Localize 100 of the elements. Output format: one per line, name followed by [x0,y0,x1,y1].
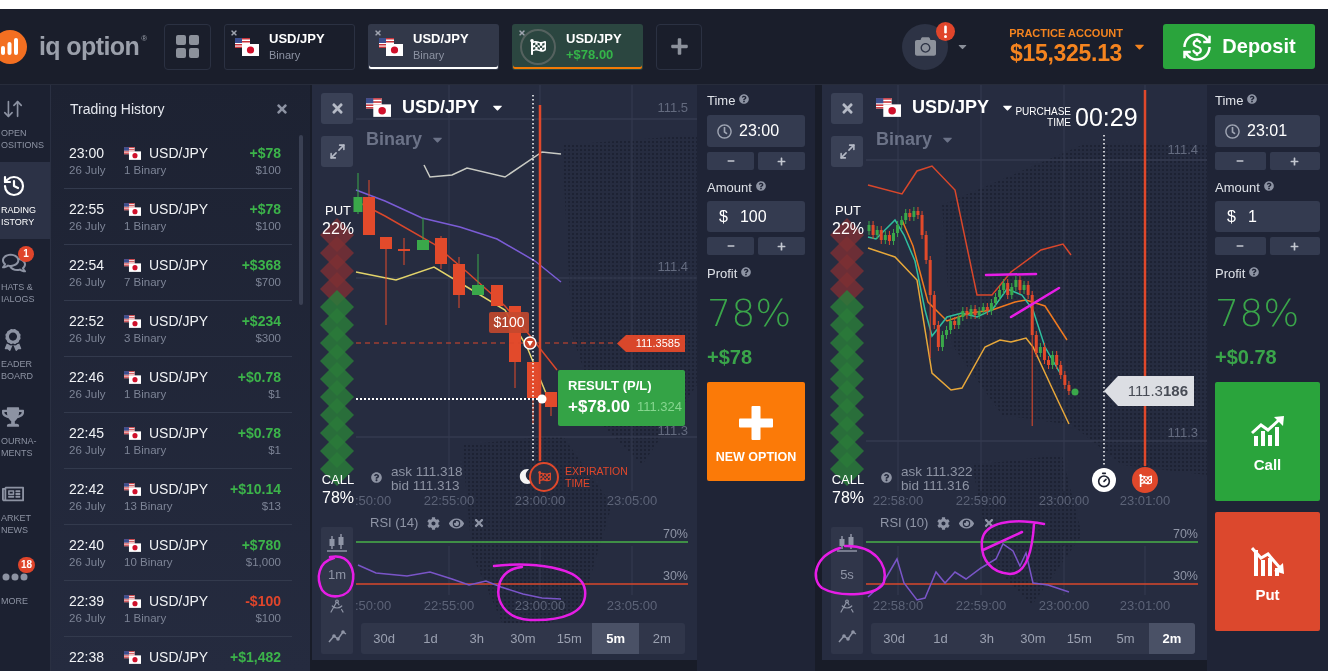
help-icon[interactable] [739,94,750,104]
interval-setting[interactable]: 1m [327,567,347,583]
help-icon[interactable] [741,267,752,277]
asset-tab[interactable]: USD/JPY Binary [368,23,499,70]
timeframe-tab[interactable]: 30d [871,623,918,654]
option-type-selector[interactable]: Binary [876,128,1016,150]
sidebar-item[interactable]: ARKET NEWS [0,470,50,547]
close-icon[interactable] [374,28,382,37]
asset-tab[interactable]: USD/JPY +$78.00 [512,23,643,70]
increase-button[interactable] [1269,237,1320,255]
increase-button[interactable] [1269,152,1320,170]
clock-icon [717,123,732,139]
flags-icon [124,146,141,160]
interval-setting[interactable]: 5s [840,567,854,583]
increase-button[interactable] [758,152,805,170]
compass-icon[interactable] [839,598,855,614]
timeframe-tab[interactable]: 15m [1056,623,1103,654]
expand-button[interactable] [321,136,353,167]
help-icon[interactable] [881,472,892,483]
deposit-button[interactable]: Deposit [1163,24,1315,69]
timeframe-tab[interactable]: 15m [546,623,593,654]
trade-count: 1 Binary [124,219,167,233]
trade-count: 1 Binary [124,387,167,401]
close-icon[interactable] [275,102,289,116]
sidebar-item[interactable]: RADING ISTORY [0,162,50,239]
timeframe-tab[interactable]: 30d [361,623,408,654]
sidebar-item[interactable]: OURNA- MENTS [0,393,50,470]
sidebar-item[interactable]: MORE 18 [0,547,50,624]
ask-price: ask 111.318 [391,465,463,479]
layout-button[interactable] [164,23,211,70]
stopwatch-icon [1092,468,1116,492]
flags-icon [124,426,141,440]
timeframe-tab[interactable]: 3h [963,623,1010,654]
expand-button[interactable] [831,136,863,167]
settings-icon[interactable] [427,516,441,530]
timeframe-tab[interactable]: 3h [453,623,500,654]
trade-amount: $1 [268,387,281,401]
timeframe-tab[interactable]: 2m [638,623,685,654]
trade-date: 26 July [69,443,106,457]
amount-field[interactable]: $ 1 [1215,201,1320,232]
price-dot [1071,388,1079,396]
time-tick: 23:00:00 [514,493,566,508]
trade-count: 13 Binary [124,499,173,513]
new-option-button[interactable]: NEW OPTION [707,382,805,481]
strike-price-tag: 111.3585 [617,335,685,352]
increase-button[interactable] [758,237,805,255]
trade-time: 22:42 [69,481,105,497]
settings-icon[interactable] [937,516,951,530]
flags-icon [235,37,259,56]
sidebar-item[interactable]: EADER BOARD [0,316,50,393]
close-icon[interactable] [983,517,996,529]
indicator-name: RSI (10) [880,515,929,531]
asset-name: USD/JPY [149,145,209,161]
plus-icon [777,156,786,166]
candle [491,284,503,307]
trade-time: 22:46 [69,369,105,385]
trade-date: 26 July [69,555,106,569]
trade-profit: +$780 [241,537,281,553]
minus-icon [726,157,735,165]
price-dot [537,394,547,404]
flags-icon [379,37,403,56]
amount-field[interactable]: $ 100 [707,201,805,232]
add-tab-button[interactable] [656,23,702,70]
help-icon[interactable] [1249,267,1260,277]
trade-time: 22:40 [69,537,105,553]
account-selector[interactable]: PRACTICE ACCOUNT $15,325.13 [1009,26,1147,67]
trade-time: 22:55 [69,201,105,217]
help-icon[interactable] [371,472,382,483]
help-icon[interactable] [755,181,766,191]
asset-selector[interactable]: USD/JPY [876,96,1016,118]
timeframe-tab[interactable]: 1d [917,623,964,654]
snapshot-button[interactable] [902,23,949,70]
profit-rate: 78% [1215,290,1300,336]
put-button[interactable]: Put [1215,512,1320,631]
close-button[interactable] [321,93,353,124]
asset-tab[interactable]: USD/JPY Binary [224,23,355,70]
compass-icon[interactable] [329,598,345,614]
sidebar-item[interactable]: HATS & IALOGS 1 [0,239,50,316]
timeframe-tab[interactable]: 1d [407,623,454,654]
close-icon[interactable] [518,28,526,37]
close-icon[interactable] [473,517,486,529]
close-icon[interactable] [230,28,238,37]
option-type-selector[interactable]: Binary [366,128,506,150]
timeframe-tab[interactable]: 30m [1009,623,1057,654]
help-icon[interactable] [1263,181,1274,191]
call-button[interactable]: Call [1215,382,1320,501]
timeframe-tab[interactable]: 2m [1148,623,1195,654]
asset-selector[interactable]: USD/JPY [366,96,506,118]
time-field[interactable]: 23:00 [707,115,805,147]
hand-drawn-line [1009,286,1061,319]
time-field[interactable]: 23:01 [1215,115,1320,147]
asset-name: USD/JPY [149,257,209,273]
timeframe-tab[interactable]: 5m [592,623,639,654]
timeframe-tab[interactable]: 30m [499,623,547,654]
trade-date: 26 July [69,499,106,513]
sidebar-item[interactable]: OPEN OSITIONS [0,85,50,162]
close-button[interactable] [831,93,863,124]
minus-icon [1236,157,1245,165]
timeframe-tab[interactable]: 5m [1102,623,1149,654]
help-icon[interactable] [1247,94,1258,104]
